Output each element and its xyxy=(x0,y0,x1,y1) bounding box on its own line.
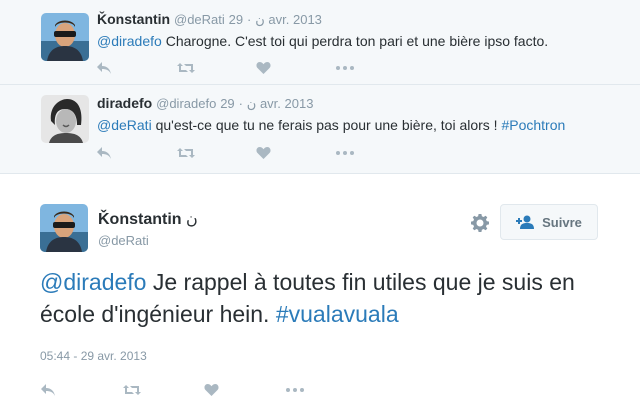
tweet-text-body: Charogne. C'est toi qui perdra ton pari … xyxy=(161,33,549,49)
favorite-button[interactable] xyxy=(256,144,336,162)
tweet-date[interactable]: 29 avr. 2013 xyxy=(229,12,322,27)
more-button[interactable] xyxy=(336,144,416,162)
tweet-actions xyxy=(40,381,368,399)
follow-button[interactable]: Suivre xyxy=(500,204,598,240)
avatar[interactable] xyxy=(40,204,88,252)
reply-icon xyxy=(41,384,55,396)
hashtag-link[interactable]: #Pochtron xyxy=(501,117,565,133)
follow-label: Suivre xyxy=(542,214,582,230)
favorite-button[interactable] xyxy=(204,381,286,399)
more-icon xyxy=(336,66,354,70)
favorite-icon xyxy=(256,62,271,74)
gear-icon[interactable] xyxy=(470,213,490,233)
more-icon xyxy=(286,388,304,392)
favorite-button[interactable] xyxy=(256,59,336,77)
favorite-icon xyxy=(256,147,271,159)
tweet-text: @diradefo Charogne. C'est toi qui perdra… xyxy=(97,33,548,49)
retweet-icon xyxy=(123,385,141,395)
avatar[interactable] xyxy=(41,95,89,143)
verified-badge: ن xyxy=(255,12,265,27)
author-handle[interactable]: @deRati xyxy=(174,12,225,27)
reply-button[interactable] xyxy=(40,381,122,399)
tweet-header: diradefo @diradefo ن · 29 avr. 2013 xyxy=(97,95,313,112)
retweet-button[interactable] xyxy=(176,59,256,77)
reply-button[interactable] xyxy=(96,144,176,162)
reply-icon xyxy=(97,62,111,74)
tweet-actions xyxy=(96,59,416,77)
tweet-text: @deRati qu'est-ce que tu ne ferais pas p… xyxy=(97,117,565,133)
verified-badge: ن xyxy=(246,96,257,111)
tweet-actions xyxy=(96,144,416,162)
favorite-icon xyxy=(204,384,219,396)
tweet-timestamp[interactable]: 05:44 - 29 avr. 2013 xyxy=(40,349,147,363)
author-name[interactable]: Ǩonstantin ن xyxy=(98,209,198,229)
reply-button[interactable] xyxy=(96,59,176,77)
context-tweet-1[interactable]: Ǩonstantin @deRati ن · 29 avr. 2013 @dir… xyxy=(0,0,640,85)
more-button[interactable] xyxy=(336,59,416,77)
author-handle[interactable]: @diradefo xyxy=(156,96,216,111)
separator-dot: · xyxy=(247,12,252,27)
avatar[interactable] xyxy=(41,13,89,61)
main-tweet: Ǩonstantin ن @deRati Suivre @diradefo Je… xyxy=(0,176,640,412)
retweet-button[interactable] xyxy=(176,144,256,162)
author-name[interactable]: Ǩonstantin xyxy=(97,11,170,27)
more-button[interactable] xyxy=(286,381,368,399)
tweet-text-body: qu'est-ce que tu ne ferais pas pour une … xyxy=(151,117,502,133)
more-icon xyxy=(336,151,354,155)
author-handle[interactable]: @deRati xyxy=(98,233,149,248)
mention-link[interactable]: @diradefo xyxy=(40,269,146,295)
author-name[interactable]: diradefo xyxy=(97,95,152,111)
context-tweet-2[interactable]: diradefo @diradefo ن · 29 avr. 2013 @deR… xyxy=(0,85,640,174)
verified-badge: ن xyxy=(186,211,198,228)
reply-icon xyxy=(97,147,111,159)
mention-link[interactable]: @diradefo xyxy=(97,33,162,49)
retweet-icon xyxy=(177,63,195,73)
retweet-icon xyxy=(177,148,195,158)
author-name-text: Ǩonstantin xyxy=(98,211,182,228)
retweet-button[interactable] xyxy=(122,381,204,399)
tweet-text: @diradefo Je rappel à toutes fin utiles … xyxy=(40,266,610,330)
tweet-header: Ǩonstantin @deRati ن · 29 avr. 2013 xyxy=(97,11,322,28)
follow-icon xyxy=(516,215,535,229)
hashtag-link[interactable]: #vualavuala xyxy=(276,301,399,327)
separator-dot: · xyxy=(238,96,243,111)
mention-link[interactable]: @deRati xyxy=(97,117,152,133)
tweet-date[interactable]: 29 avr. 2013 xyxy=(220,96,313,111)
